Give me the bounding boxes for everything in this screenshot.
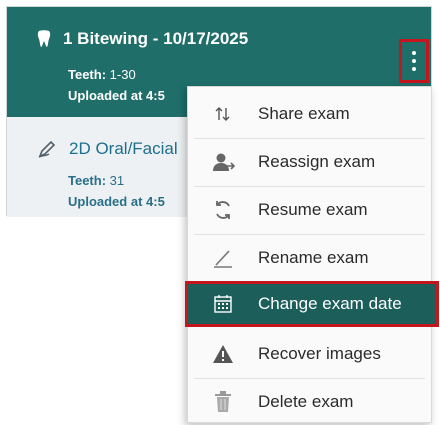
- teeth-value: 1-30: [109, 67, 136, 82]
- kebab-dot: [412, 59, 416, 63]
- teeth-value: 31: [109, 173, 125, 188]
- exam-context-menu: Share exam Reassign exam Resume exam Ren…: [185, 86, 439, 425]
- exam-uploaded: Uploaded at 4:5: [68, 88, 165, 103]
- pencil-icon: [214, 250, 232, 268]
- resume-cycle-icon: [216, 201, 230, 219]
- kebab-dot: [412, 67, 416, 71]
- menu-item-label: Change exam date: [258, 294, 402, 313]
- warning-icon: [213, 345, 233, 363]
- menu-item-reassign-exam[interactable]: Reassign exam: [188, 139, 431, 185]
- menu-item-delete-exam[interactable]: Delete exam: [188, 379, 431, 425]
- menu-item-label: Rename exam: [258, 248, 369, 267]
- trash-icon: [215, 391, 231, 412]
- uploaded-value: 4:5: [146, 88, 165, 103]
- menu-item-resume-exam[interactable]: Resume exam: [188, 187, 431, 233]
- more-options-button[interactable]: [399, 39, 429, 83]
- uploaded-label: Uploaded at: [68, 194, 143, 209]
- uploaded-value: 4:5: [146, 194, 165, 209]
- menu-item-label: Delete exam: [258, 392, 354, 411]
- exam-teeth: Teeth: 31: [68, 173, 124, 188]
- menu-item-change-exam-date[interactable]: Change exam date: [185, 281, 439, 327]
- menu-item-share-exam[interactable]: Share exam: [188, 91, 431, 137]
- teeth-label: Teeth:: [68, 173, 107, 188]
- kebab-dot: [412, 51, 416, 55]
- share-arrows-icon: [215, 107, 230, 121]
- pen-icon: [38, 140, 56, 158]
- menu-item-label: Resume exam: [258, 200, 368, 219]
- menu-item-label: Share exam: [258, 104, 350, 123]
- exam-title: 2D Oral/Facial: [69, 139, 178, 158]
- teeth-label: Teeth:: [68, 67, 107, 82]
- calendar-icon: [214, 295, 232, 313]
- menu-item-recover-images[interactable]: Recover images: [188, 331, 431, 377]
- menu-item-label: Reassign exam: [258, 152, 376, 171]
- reassign-user-icon: [213, 153, 235, 171]
- exam-title: 1 Bitewing - 10/17/2025: [63, 29, 249, 48]
- exam-teeth: Teeth: 1-30: [68, 67, 136, 82]
- exam-uploaded: Uploaded at 4:5: [68, 194, 165, 209]
- menu-item-rename-exam[interactable]: Rename exam: [188, 235, 431, 281]
- uploaded-label: Uploaded at: [68, 88, 143, 103]
- tooth-icon: [37, 30, 51, 47]
- menu-item-label: Recover images: [258, 344, 381, 363]
